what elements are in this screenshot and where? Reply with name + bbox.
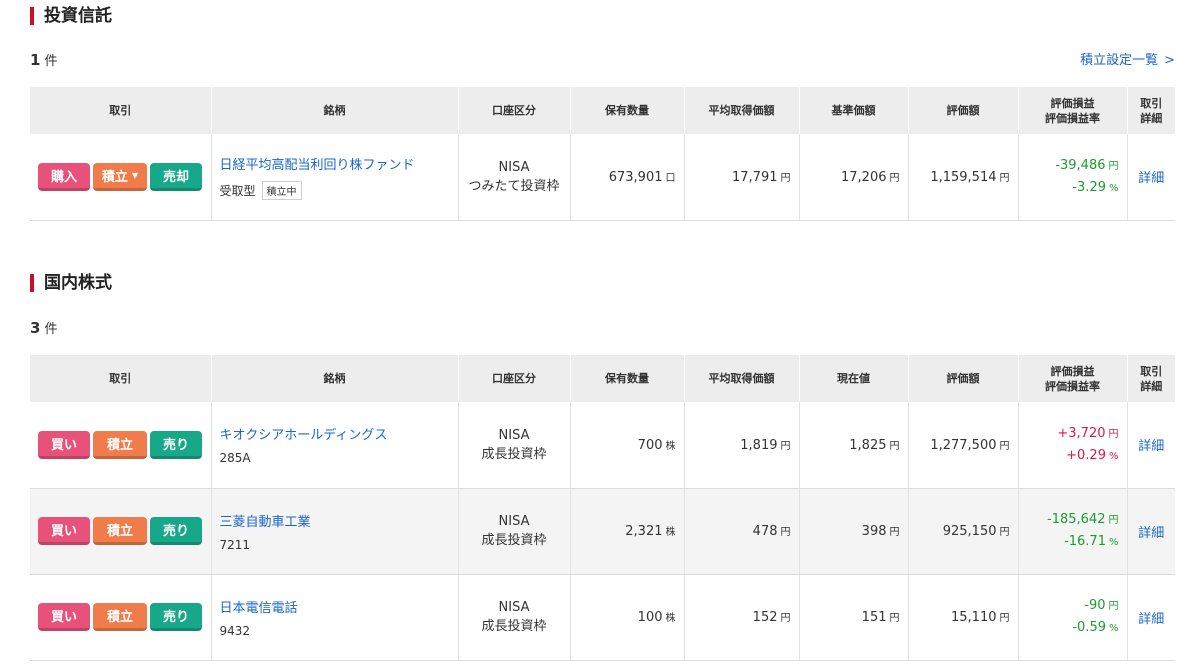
buy-button[interactable]: 買い xyxy=(38,430,90,459)
header-quantity: 保有数量 xyxy=(570,355,685,402)
stocks-section-title: 国内株式 xyxy=(30,274,112,292)
sell-button[interactable]: 売却 xyxy=(150,162,202,191)
detail-link[interactable]: 詳細 xyxy=(1127,402,1175,489)
header-trade-detail: 取引 詳細 xyxy=(1127,87,1175,134)
value-cell: 925,150 円 xyxy=(908,488,1019,575)
stock-name-link[interactable]: 日本電信電話 xyxy=(220,597,450,616)
accumulate-button[interactable]: 積立 xyxy=(93,517,147,545)
table-row: 買い 積立 売り キオクシアホールディングス 285A NISA 成長投資枠 70… xyxy=(30,402,1175,489)
value-cell: 1,159,514 円 xyxy=(908,134,1019,221)
quantity-cell: 673,901 口 xyxy=(570,134,685,221)
header-account: 口座区分 xyxy=(458,355,571,402)
stock-name-link[interactable]: 三菱自動車工業 xyxy=(220,511,450,530)
current-price-cell: 151 円 xyxy=(799,574,909,661)
detail-link[interactable]: 詳細 xyxy=(1127,574,1175,661)
accumulating-badge: 積立中 xyxy=(261,180,302,200)
avg-cost-cell: 152 円 xyxy=(684,574,800,661)
trade-cell: 購入 積立 ▼ 売却 xyxy=(30,134,212,221)
symbol-cell: 日本電信電話 9432 xyxy=(211,574,459,661)
header-quantity: 保有数量 xyxy=(570,87,685,134)
table-row: 買い 積立 売り 日本電信電話 9432 NISA 成長投資枠 100 株 152 円… xyxy=(30,574,1175,661)
trade-cell: 買い 積立 売り xyxy=(30,402,212,489)
accumulate-button[interactable]: 積立 xyxy=(93,603,147,631)
pl-cell: -185,642 円 -16.71% xyxy=(1018,488,1128,575)
buy-button[interactable]: 購入 xyxy=(38,162,90,191)
sell-button[interactable]: 売り xyxy=(150,603,202,631)
account-cell: NISA 成長投資枠 xyxy=(458,574,571,661)
value-cell: 1,277,500 円 xyxy=(908,402,1019,489)
avg-cost-cell: 1,819 円 xyxy=(684,402,800,489)
detail-link[interactable]: 詳細 xyxy=(1127,134,1175,221)
sell-button[interactable]: 売り xyxy=(150,517,202,545)
accumulate-button[interactable]: 積立 xyxy=(93,430,147,459)
table-header-row: 取引 銘柄 口座区分 保有数量 平均取得価額 基準価額 評価額 評価損益 評価損益… xyxy=(30,87,1175,134)
header-symbol: 銘柄 xyxy=(211,355,459,402)
accumulation-settings-link[interactable]: 積立設定一覧 > xyxy=(1080,49,1175,68)
header-trade: 取引 xyxy=(30,87,212,134)
header-avg-cost: 平均取得価額 xyxy=(684,355,800,402)
buy-button[interactable]: 買い xyxy=(38,517,90,545)
header-trade: 取引 xyxy=(30,355,212,402)
table-header-row: 取引 銘柄 口座区分 保有数量 平均取得価額 現在値 評価額 評価損益 評価損益率… xyxy=(30,355,1175,402)
distribution-type: 受取型 xyxy=(219,183,256,198)
stock-name-link[interactable]: キオクシアホールディングス xyxy=(220,424,450,443)
stocks-table: 取引 銘柄 口座区分 保有数量 平均取得価額 現在値 評価額 評価損益 評価損益率… xyxy=(30,355,1175,661)
header-current-price: 現在値 xyxy=(799,355,909,402)
quantity-cell: 700 株 xyxy=(570,402,685,489)
funds-table: 取引 銘柄 口座区分 保有数量 平均取得価額 基準価額 評価額 評価損益 評価損益… xyxy=(30,87,1175,221)
header-account: 口座区分 xyxy=(458,87,571,134)
trade-cell: 買い 積立 売り xyxy=(30,574,212,661)
pl-cell: +3,720 円 +0.29% xyxy=(1018,402,1128,489)
account-cell: NISA 成長投資枠 xyxy=(458,488,571,575)
account-cell: NISA 成長投資枠 xyxy=(458,402,571,489)
fund-name-link[interactable]: 日経平均高配当利回り株ファンド xyxy=(220,154,450,173)
avg-cost-cell: 478 円 xyxy=(684,488,800,575)
symbol-cell: キオクシアホールディングス 285A xyxy=(211,402,459,489)
trade-cell: 買い 積立 売り xyxy=(30,488,212,575)
stocks-count: 3件 xyxy=(30,319,58,337)
symbol-cell: 三菱自動車工業 7211 xyxy=(211,488,459,575)
header-symbol: 銘柄 xyxy=(211,87,459,134)
account-cell: NISA つみたて投資枠 xyxy=(458,134,571,221)
header-value: 評価額 xyxy=(908,87,1019,134)
detail-link[interactable]: 詳細 xyxy=(1127,488,1175,575)
accumulate-dropdown-button[interactable]: 積立 ▼ xyxy=(93,162,147,191)
avg-cost-cell: 17,791 円 xyxy=(684,134,800,221)
header-pl: 評価損益 評価損益率 xyxy=(1018,87,1128,134)
current-price-cell: 1,825 円 xyxy=(799,402,909,489)
quantity-cell: 100 株 xyxy=(570,574,685,661)
funds-count: 1件 xyxy=(30,51,58,69)
header-base-price: 基準価額 xyxy=(799,87,909,134)
value-cell: 15,110 円 xyxy=(908,574,1019,661)
table-row: 買い 積立 売り 三菱自動車工業 7211 NISA 成長投資枠 2,321 株 4… xyxy=(30,488,1175,575)
header-avg-cost: 平均取得価額 xyxy=(684,87,800,134)
stock-code: 7211 xyxy=(219,537,251,552)
pl-cell: -90 円 -0.59% xyxy=(1018,574,1128,661)
sell-button[interactable]: 売り xyxy=(150,430,202,459)
funds-section-title: 投資信託 xyxy=(30,7,112,25)
chevron-right-icon: > xyxy=(1164,53,1175,68)
header-pl: 評価損益 評価損益率 xyxy=(1018,355,1128,402)
pl-cell: -39,486 円 -3.29% xyxy=(1018,134,1128,221)
quantity-cell: 2,321 株 xyxy=(570,488,685,575)
symbol-cell: 日経平均高配当利回り株ファンド 受取型 積立中 xyxy=(211,134,459,221)
header-value: 評価額 xyxy=(908,355,1019,402)
base-price-cell: 17,206 円 xyxy=(799,134,909,221)
stock-code: 285A xyxy=(219,451,251,466)
header-trade-detail: 取引 詳細 xyxy=(1127,355,1175,402)
caret-down-icon: ▼ xyxy=(131,170,139,180)
stock-code: 9432 xyxy=(219,623,251,638)
current-price-cell: 398 円 xyxy=(799,488,909,575)
buy-button[interactable]: 買い xyxy=(38,603,90,631)
table-row: 購入 積立 ▼ 売却 日経平均高配当利回り株ファンド 受取型 積立中 NISA つみた… xyxy=(30,134,1175,221)
